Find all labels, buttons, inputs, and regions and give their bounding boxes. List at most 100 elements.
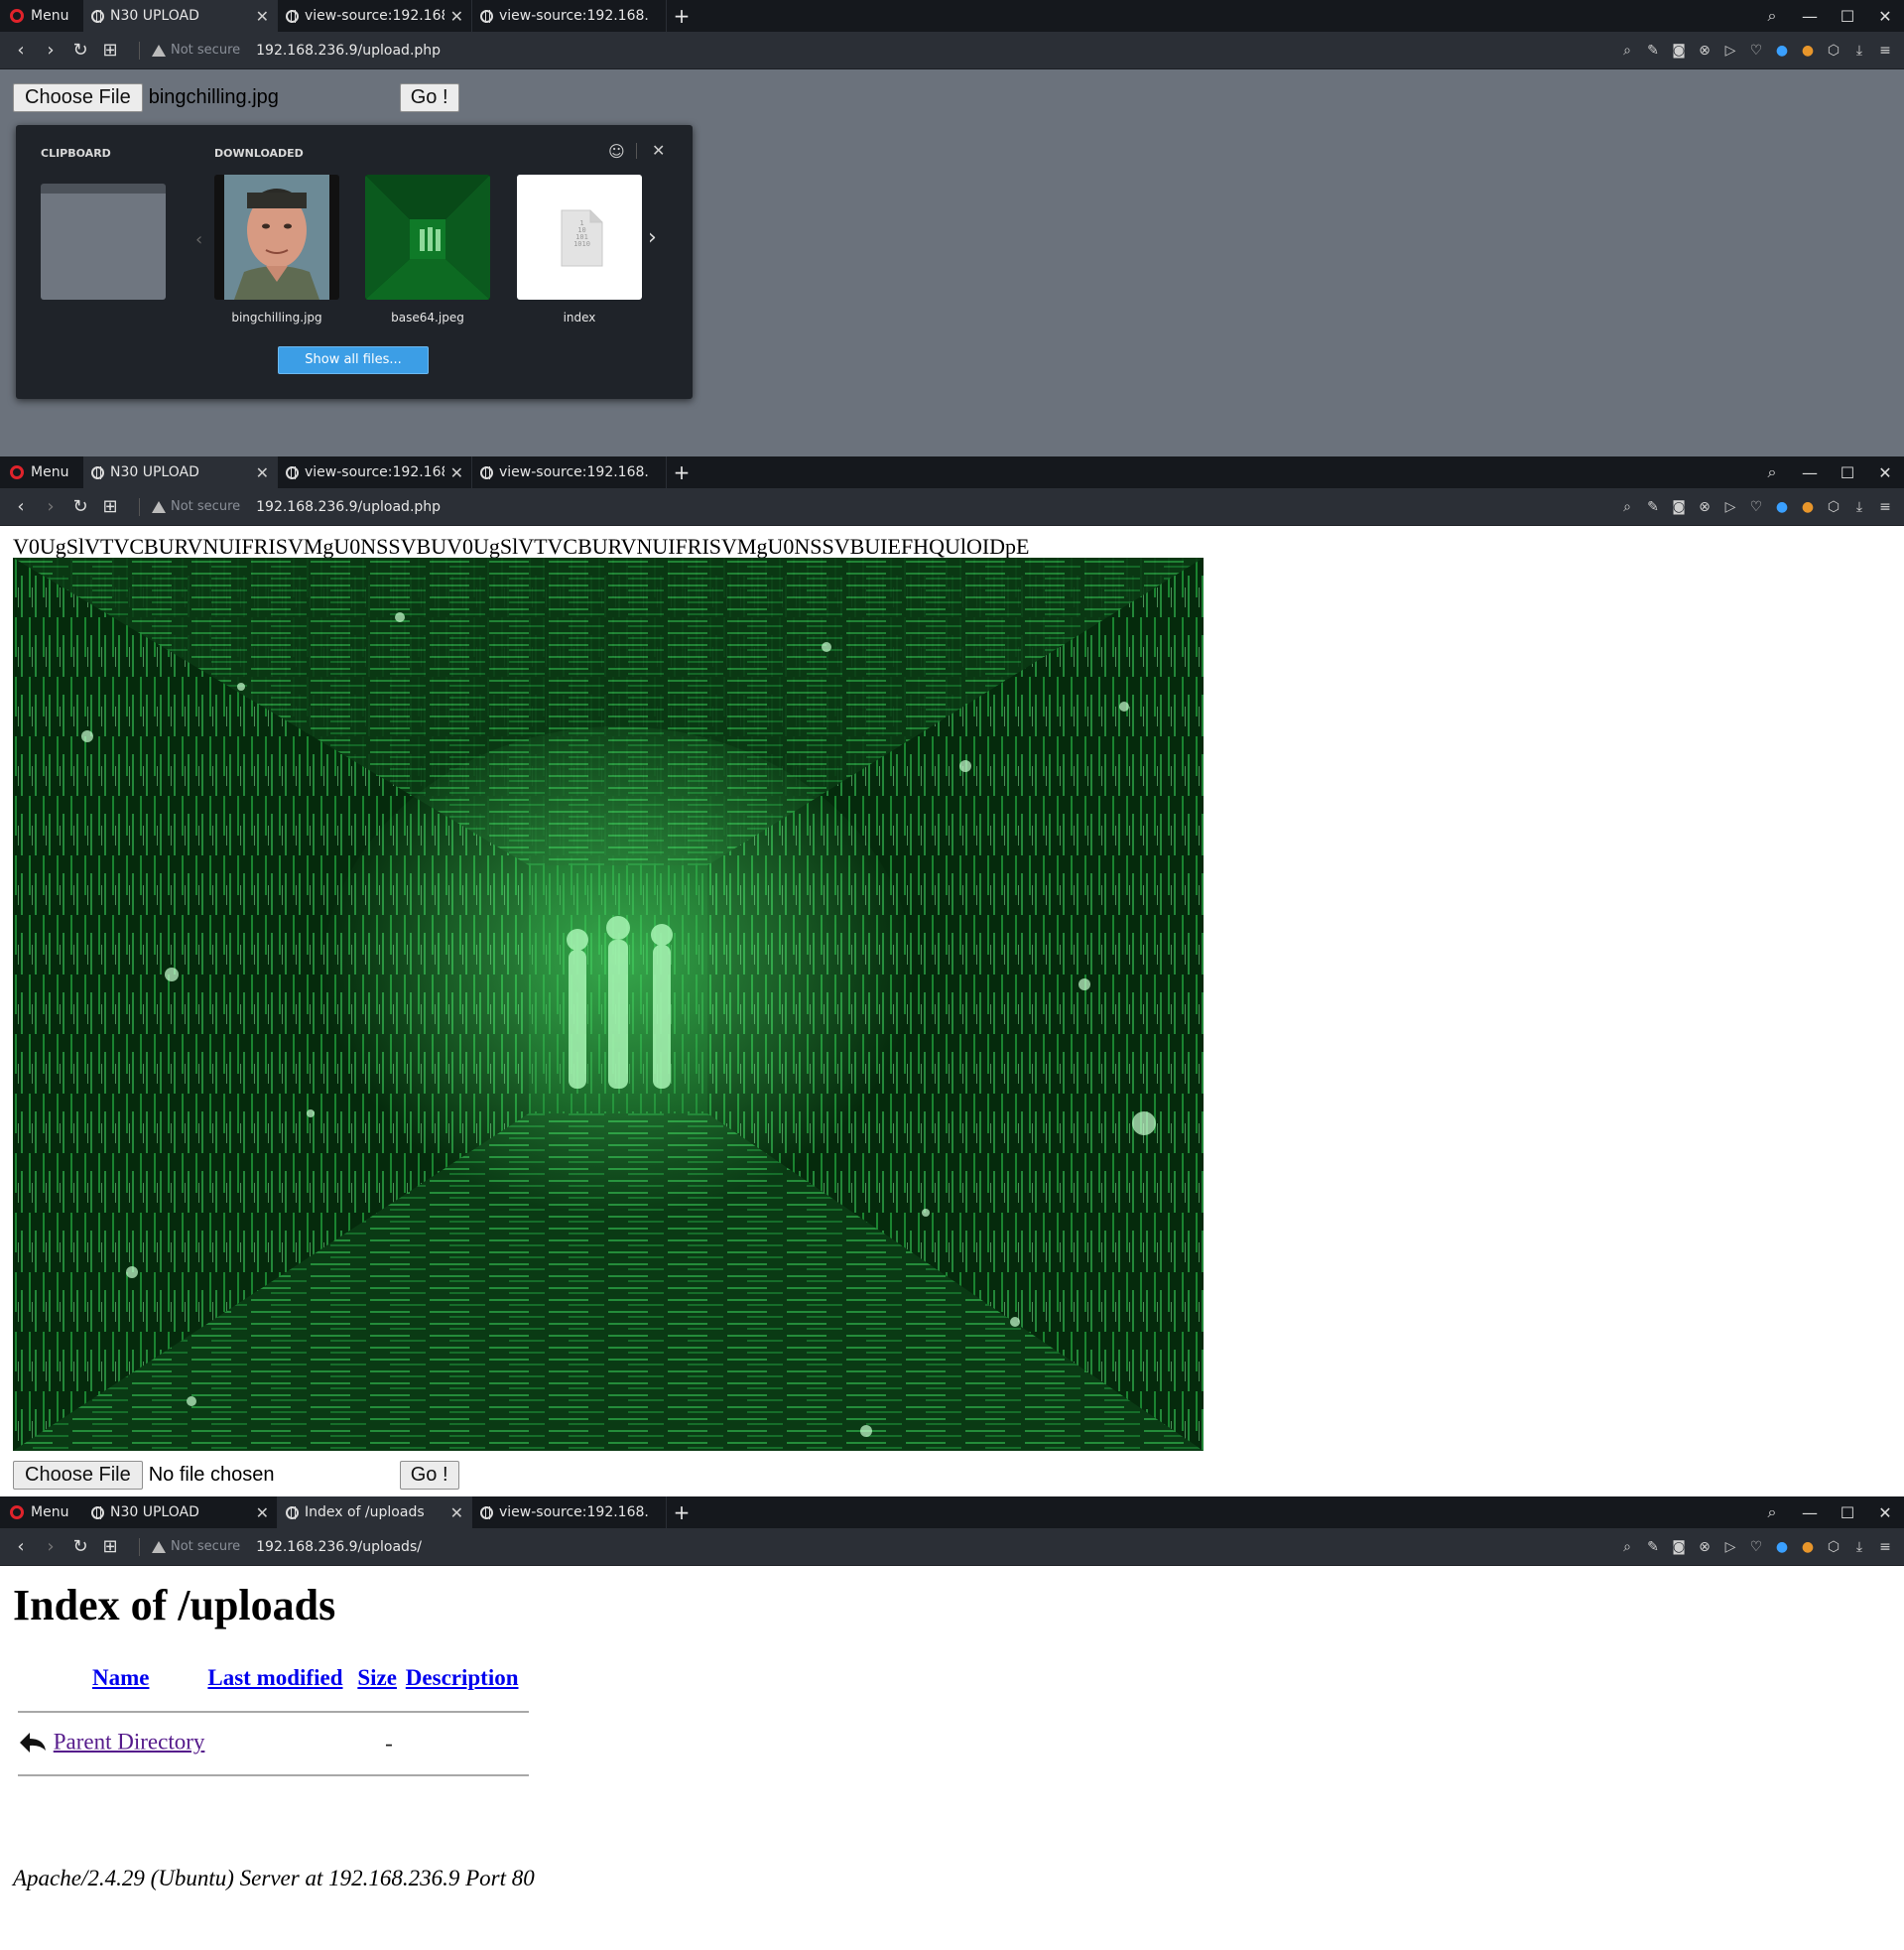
download-icon[interactable]: ⤓ — [1846, 1539, 1872, 1555]
new-tab-button[interactable]: + — [667, 456, 697, 488]
minimize-icon[interactable]: — — [1791, 7, 1829, 26]
go-button[interactable]: Go ! — [399, 83, 459, 112]
download-thumb-bingchilling[interactable] — [214, 175, 339, 300]
edit-icon[interactable]: ✎ — [1640, 499, 1666, 515]
cookie-icon[interactable]: ● — [1795, 43, 1821, 59]
cube-icon[interactable]: ⬡ — [1821, 1539, 1846, 1555]
heart-icon[interactable]: ♡ — [1743, 499, 1769, 515]
maximize-icon[interactable]: ☐ — [1829, 1503, 1866, 1522]
lens-icon[interactable]: ⌕ — [1614, 43, 1640, 59]
adblock-icon[interactable]: ⊗ — [1692, 1539, 1717, 1555]
speed-dial-icon[interactable]: ⊞ — [95, 40, 125, 61]
edit-icon[interactable]: ✎ — [1640, 43, 1666, 59]
vpn-icon[interactable]: ● — [1769, 43, 1795, 59]
send-icon[interactable]: ▷ — [1717, 1539, 1743, 1555]
opera-menu-button[interactable]: Menu — [0, 1496, 83, 1528]
tab-n30-upload[interactable]: N30 UPLOAD ✕ — [83, 0, 278, 32]
tab-view-source[interactable]: view-source:192.168. — [472, 1496, 667, 1528]
tab-close-icon[interactable]: ✕ — [256, 463, 269, 482]
download-icon[interactable]: ⤓ — [1846, 499, 1872, 515]
reload-icon[interactable]: ↻ — [65, 1536, 95, 1557]
download-icon[interactable]: ⤓ — [1846, 43, 1872, 59]
tab-close-icon[interactable]: ✕ — [450, 7, 463, 26]
search-tabs-icon[interactable]: ⌕ — [1753, 462, 1791, 482]
edit-icon[interactable]: ✎ — [1640, 1539, 1666, 1555]
reload-icon[interactable]: ↻ — [65, 40, 95, 61]
cube-icon[interactable]: ⬡ — [1821, 43, 1846, 59]
show-all-files-button[interactable]: Show all files... — [278, 346, 429, 374]
tab-n30-upload[interactable]: N30 UPLOAD ✕ — [83, 456, 278, 488]
scroll-right-icon[interactable]: › — [648, 225, 657, 250]
heart-icon[interactable]: ♡ — [1743, 1539, 1769, 1555]
url-field[interactable]: 192.168.236.9/upload.php — [256, 43, 441, 59]
emoji-icon[interactable]: ☺ — [608, 142, 625, 161]
heart-icon[interactable]: ♡ — [1743, 43, 1769, 59]
close-window-icon[interactable]: ✕ — [1866, 463, 1904, 482]
cube-icon[interactable]: ⬡ — [1821, 499, 1846, 515]
vpn-icon[interactable]: ● — [1769, 499, 1795, 515]
snapshot-icon[interactable]: ◙ — [1666, 1539, 1692, 1555]
vpn-icon[interactable]: ● — [1769, 1539, 1795, 1555]
new-tab-button[interactable]: + — [667, 0, 697, 32]
minimize-icon[interactable]: — — [1791, 1503, 1829, 1522]
go-button[interactable]: Go ! — [399, 1461, 459, 1490]
security-indicator[interactable]: Not secure — [139, 41, 240, 60]
speed-dial-icon[interactable]: ⊞ — [95, 496, 125, 517]
choose-file-button[interactable]: Choose File — [13, 1461, 143, 1490]
menu-lines-icon[interactable]: ≡ — [1872, 499, 1898, 515]
tab-view-source[interactable]: view-source:192.168. — [472, 0, 667, 32]
maximize-icon[interactable]: ☐ — [1829, 463, 1866, 482]
choose-file-button[interactable]: Choose File — [13, 83, 143, 112]
back-icon[interactable]: ‹ — [6, 40, 36, 61]
security-indicator[interactable]: Not secure — [139, 497, 240, 516]
send-icon[interactable]: ▷ — [1717, 43, 1743, 59]
tab-close-icon[interactable]: ✕ — [256, 7, 269, 26]
menu-lines-icon[interactable]: ≡ — [1872, 1539, 1898, 1555]
sort-by-description-link[interactable]: Description — [406, 1665, 519, 1690]
opera-menu-button[interactable]: Menu — [0, 0, 83, 32]
sort-by-modified-link[interactable]: Last modified — [207, 1665, 342, 1690]
adblock-icon[interactable]: ⊗ — [1692, 499, 1717, 515]
url-field[interactable]: 192.168.236.9/uploads/ — [256, 1539, 422, 1555]
url-field[interactable]: 192.168.236.9/upload.php — [256, 499, 441, 515]
snapshot-icon[interactable]: ◙ — [1666, 499, 1692, 515]
close-window-icon[interactable]: ✕ — [1866, 7, 1904, 26]
forward-icon[interactable]: › — [36, 40, 65, 61]
back-icon[interactable]: ‹ — [6, 496, 36, 517]
opera-menu-button[interactable]: Menu — [0, 456, 83, 488]
parent-directory-link[interactable]: Parent Directory — [54, 1729, 205, 1754]
minimize-icon[interactable]: — — [1791, 463, 1829, 482]
reload-icon[interactable]: ↻ — [65, 496, 95, 517]
tab-view-source[interactable]: view-source:192.168. ✕ — [278, 0, 472, 32]
download-thumb-base64[interactable] — [365, 175, 490, 300]
tab-view-source[interactable]: view-source:192.168. — [472, 456, 667, 488]
snapshot-icon[interactable]: ◙ — [1666, 43, 1692, 59]
forward-icon[interactable]: › — [36, 496, 65, 517]
tab-n30-upload[interactable]: N30 UPLOAD ✕ — [83, 1496, 278, 1528]
security-indicator[interactable]: Not secure — [139, 1537, 240, 1556]
lens-icon[interactable]: ⌕ — [1614, 1539, 1640, 1555]
back-icon[interactable]: ‹ — [6, 1536, 36, 1557]
new-tab-button[interactable]: + — [667, 1496, 697, 1528]
tab-close-icon[interactable]: ✕ — [256, 1503, 269, 1522]
sort-by-size-link[interactable]: Size — [357, 1665, 397, 1690]
close-window-icon[interactable]: ✕ — [1866, 1503, 1904, 1522]
search-tabs-icon[interactable]: ⌕ — [1753, 6, 1791, 26]
tab-close-icon[interactable]: ✕ — [450, 463, 463, 482]
tab-index-of-uploads[interactable]: Index of /uploads ✕ — [278, 1496, 472, 1528]
tab-view-source[interactable]: view-source:192.168. ✕ — [278, 456, 472, 488]
tab-close-icon[interactable]: ✕ — [450, 1503, 463, 1522]
cookie-icon[interactable]: ● — [1795, 1539, 1821, 1555]
adblock-icon[interactable]: ⊗ — [1692, 43, 1717, 59]
forward-icon[interactable]: › — [36, 1536, 65, 1557]
close-popup-icon[interactable]: ✕ — [652, 141, 665, 160]
lens-icon[interactable]: ⌕ — [1614, 499, 1640, 515]
scroll-left-icon[interactable]: ‹ — [195, 229, 202, 250]
speed-dial-icon[interactable]: ⊞ — [95, 1536, 125, 1557]
cookie-icon[interactable]: ● — [1795, 499, 1821, 515]
menu-lines-icon[interactable]: ≡ — [1872, 43, 1898, 59]
search-tabs-icon[interactable]: ⌕ — [1753, 1502, 1791, 1522]
send-icon[interactable]: ▷ — [1717, 499, 1743, 515]
maximize-icon[interactable]: ☐ — [1829, 7, 1866, 26]
clipboard-item[interactable] — [41, 184, 166, 300]
